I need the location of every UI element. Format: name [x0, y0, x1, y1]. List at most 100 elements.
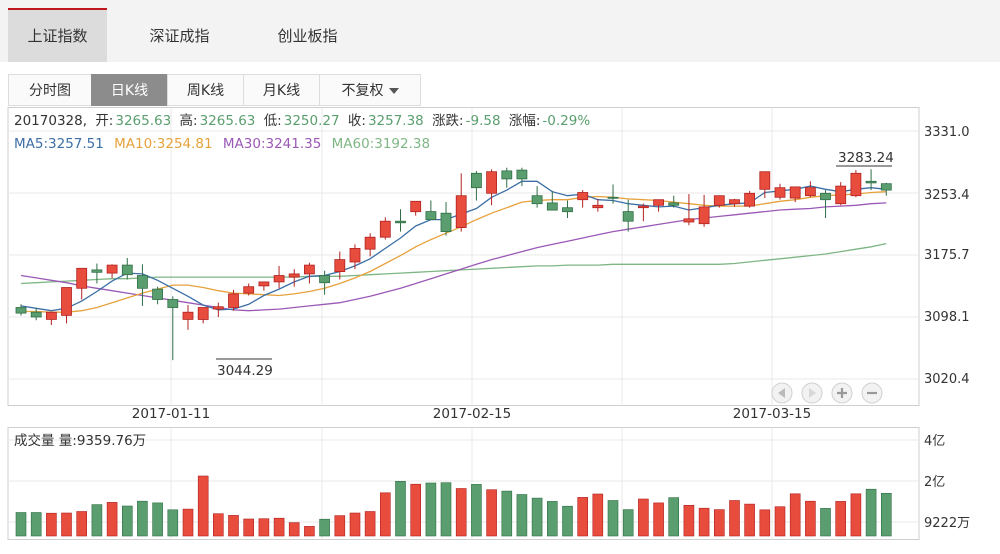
volume-bar: [668, 497, 680, 537]
volume-bar: [440, 482, 452, 537]
volume-bar: [759, 509, 771, 537]
candle-body: [865, 180, 877, 184]
date-axis-label: 2017-03-15: [733, 406, 811, 422]
candle-body: [713, 195, 725, 206]
volume-bar: [683, 504, 695, 537]
price-axis-label: 3331.0: [924, 125, 970, 140]
volume-bar: [152, 502, 163, 537]
volume-bar: [167, 509, 179, 537]
candle-body: [121, 264, 133, 276]
price-axis-label: 3020.4: [924, 372, 970, 387]
candle-body: [106, 264, 118, 274]
volume-bar: [288, 522, 300, 537]
candle-body: [46, 311, 57, 320]
candle: [91, 263, 103, 284]
candle: [820, 190, 831, 219]
price-axis-label: 3253.4: [924, 188, 970, 203]
volume-bar: [304, 526, 315, 537]
candle-body: [789, 186, 801, 199]
zoom-out-button[interactable]: [861, 382, 883, 404]
candle: [106, 264, 118, 278]
volume-bar: [334, 515, 346, 537]
candle-body: [805, 187, 816, 197]
pan-right-button[interactable]: [801, 382, 823, 404]
volume-bar: [349, 512, 361, 537]
candle-body: [76, 267, 88, 289]
candle-body: [744, 192, 755, 207]
candle: [425, 200, 437, 221]
candle-body: [592, 204, 604, 209]
candle-body: [228, 293, 239, 308]
moving-average-lines: [20, 180, 887, 313]
candle-body: [562, 207, 573, 213]
volume-bar: [880, 492, 892, 537]
candle-body: [91, 269, 103, 273]
volume-bar: [243, 518, 254, 537]
candle-body: [425, 211, 437, 221]
candle: [440, 202, 452, 236]
candle-body: [197, 307, 209, 320]
candle: [76, 267, 88, 300]
volume-bar: [774, 506, 786, 537]
volume-title: 成交量 量:9359.76万: [14, 432, 146, 449]
candle-body: [820, 192, 831, 201]
candle-body: [167, 299, 179, 308]
candle: [592, 198, 604, 212]
volume-bar: [364, 511, 376, 537]
volume-bar: [622, 509, 634, 537]
candle-body: [349, 247, 361, 263]
volume-bar: [744, 503, 755, 537]
candle-body: [379, 220, 391, 238]
ma60-legend: MA60:3192.38: [332, 136, 430, 152]
volume-bar: [258, 518, 270, 537]
candle-body: [273, 275, 285, 283]
candle-body: [698, 206, 710, 225]
candle-body: [759, 171, 771, 190]
volume-bar: [850, 493, 862, 537]
volume-bar: [319, 518, 330, 537]
volume-bar: [562, 505, 573, 537]
price-axis-label: 3175.7: [924, 248, 970, 263]
kline-chart: 20170328, 开: 3265.63 高: 3265.63 低: 3250.27 …: [7, 107, 970, 540]
candle: [364, 233, 376, 257]
volume-bar: [379, 492, 391, 537]
volume-bar: [395, 480, 406, 537]
volume-bar: [592, 493, 604, 537]
zoom-in-button[interactable]: [831, 382, 853, 404]
candle-body: [303, 264, 315, 275]
price-axis-label: 3098.1: [924, 310, 970, 325]
price-panel-frame: [7, 107, 920, 406]
candle-body: [15, 307, 27, 314]
candle: [197, 307, 209, 324]
volume-bar: [15, 512, 27, 537]
volume-bar: [61, 512, 72, 537]
candle: [349, 244, 361, 270]
candle: [273, 265, 285, 289]
candle-body: [136, 275, 148, 289]
candle: [850, 170, 862, 198]
volume-bar: [835, 501, 847, 537]
candle: [379, 217, 391, 240]
candle: [121, 257, 133, 280]
volume-bar: [46, 512, 57, 537]
volume-bar: [546, 501, 558, 537]
candle-body: [470, 172, 482, 189]
volume-bar: [425, 482, 437, 537]
volume-bar: [501, 490, 513, 537]
candle: [865, 169, 877, 191]
candle: [880, 182, 892, 196]
volume-bar: [30, 512, 42, 537]
pan-left-button[interactable]: [771, 382, 793, 404]
candle: [653, 199, 664, 212]
candle: [805, 181, 816, 198]
volume-bar: [820, 508, 831, 537]
volume-bar: [729, 500, 740, 537]
candle-body: [334, 259, 346, 273]
candle-body: [653, 199, 664, 206]
volume-bar: [182, 508, 194, 537]
candle-body: [455, 195, 467, 228]
volume-bar: [106, 502, 118, 537]
candle: [258, 281, 270, 291]
volume-bar: [213, 513, 224, 537]
candle-body: [182, 311, 194, 320]
